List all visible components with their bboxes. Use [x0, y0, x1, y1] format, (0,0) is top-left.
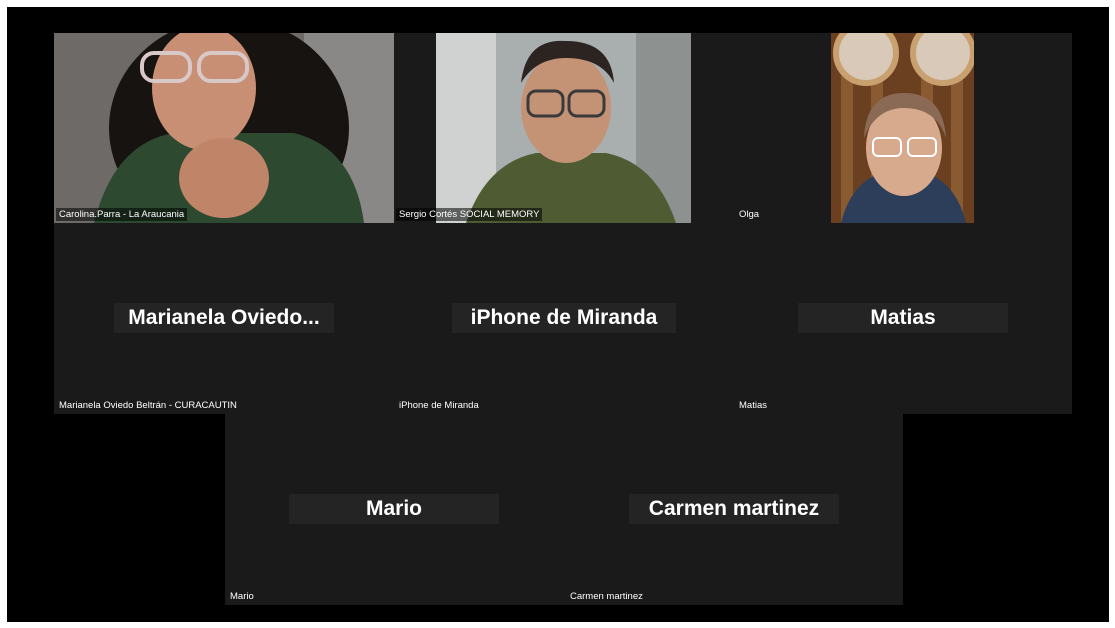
participant-tile-mario[interactable]: Mario Mario: [225, 414, 565, 605]
participant-name-banner: Carmen martinez: [629, 494, 839, 524]
participant-video-sergio: [436, 33, 691, 223]
participant-tile-sergio[interactable]: Sergio Cortés SOCIAL MEMORY: [394, 33, 734, 223]
participant-tile-carolina[interactable]: Carolina.Parra - La Araucania: [54, 33, 394, 223]
participant-name-banner: Matias: [798, 303, 1008, 333]
participant-name-banner: Mario: [289, 494, 499, 524]
participant-label: Carolina.Parra - La Araucania: [56, 208, 188, 221]
participant-label: Carmen martinez: [570, 591, 643, 602]
participant-tile-carmen[interactable]: Carmen martinez Carmen martinez: [565, 414, 903, 605]
participant-label: Marianela Oviedo Beltrán - CURACAUTIN: [59, 400, 237, 411]
participant-name-banner: Marianela Oviedo...: [114, 303, 334, 333]
participant-label: Olga: [739, 209, 760, 220]
participant-label: Mario: [230, 591, 254, 602]
participant-name-banner: iPhone de Miranda: [452, 303, 676, 333]
participant-tile-miranda[interactable]: iPhone de Miranda iPhone de Miranda: [394, 223, 734, 414]
participant-tile-matias[interactable]: Matias Matias: [734, 223, 1072, 414]
participant-tile-marianela[interactable]: Marianela Oviedo... Marianela Oviedo Bel…: [54, 223, 394, 414]
participant-video-olga: [831, 33, 974, 223]
participant-label: Matias: [739, 400, 767, 411]
video-grid: Carolina.Parra - La Araucania Sergio Cor…: [7, 7, 1109, 622]
participant-label: Sergio Cortés SOCIAL MEMORY: [396, 208, 543, 221]
participant-tile-olga[interactable]: Olga: [734, 33, 1072, 223]
participant-video-carolina: [54, 33, 394, 223]
participant-label: iPhone de Miranda: [399, 400, 479, 411]
